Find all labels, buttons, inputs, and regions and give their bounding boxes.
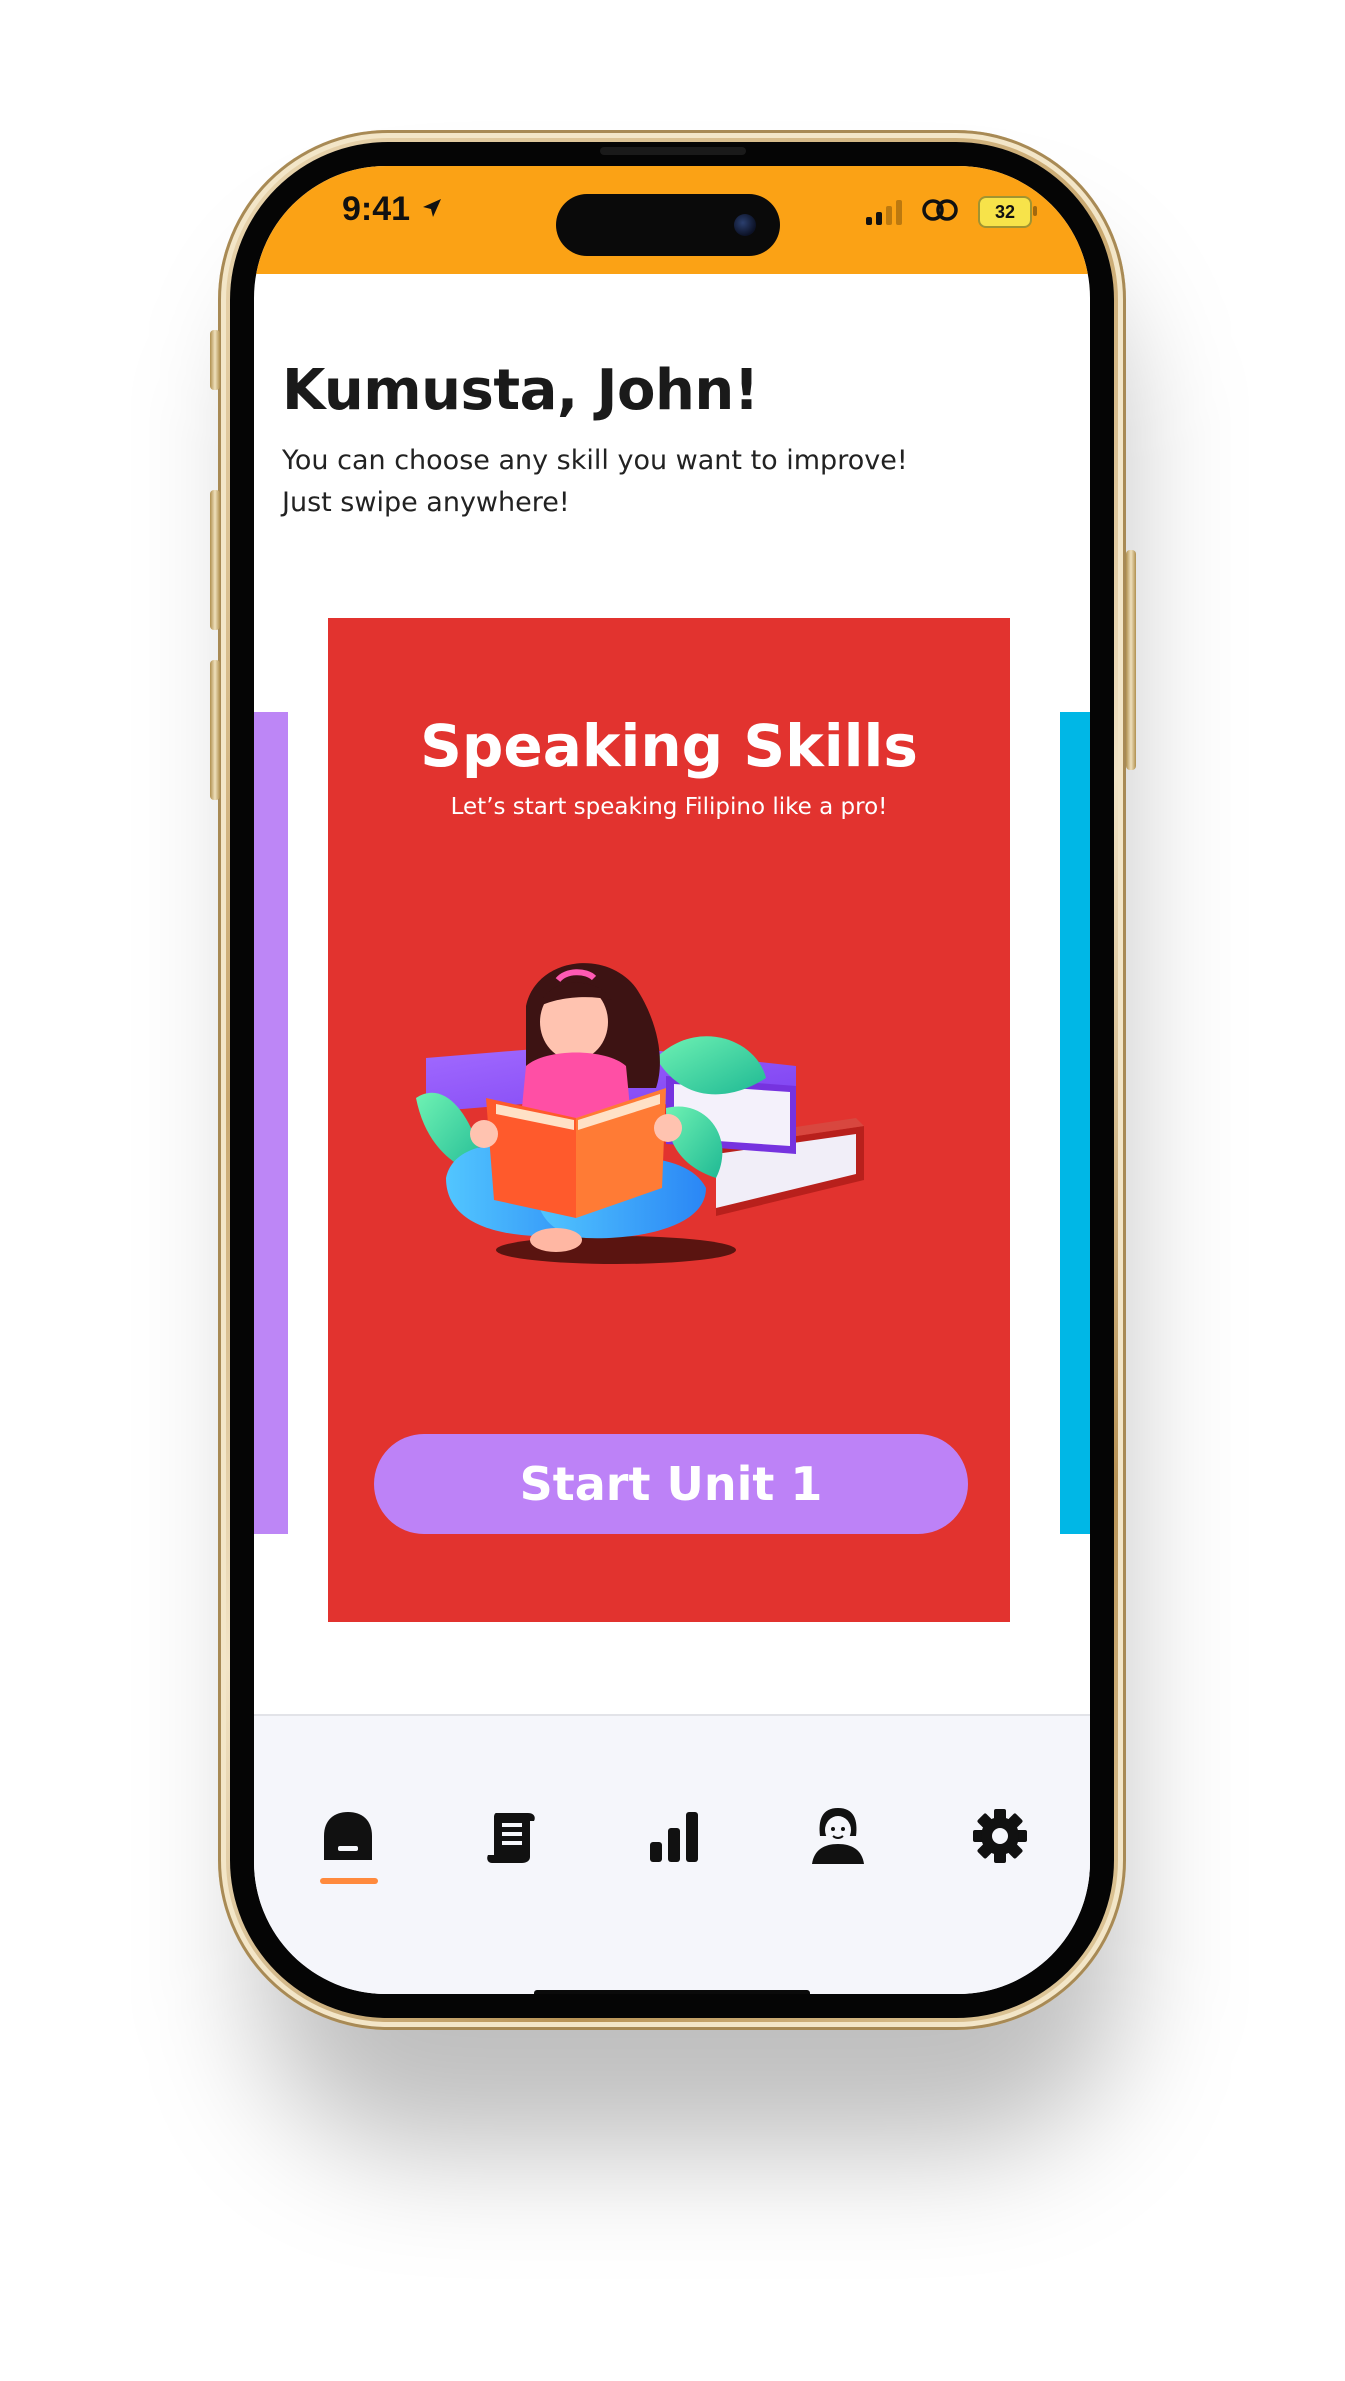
nav-active-indicator (320, 1878, 378, 1884)
subtitle-line-1: You can choose any skill you want to imp… (282, 445, 908, 476)
scroll-icon (484, 1807, 540, 1869)
previous-skill-card[interactable] (254, 712, 288, 1534)
girl-reading-books-illustration (416, 948, 936, 1268)
status-time: 9:41 (342, 190, 411, 228)
skill-card-title: Speaking Skills (420, 712, 918, 780)
greeting-title: Kumusta, John! (282, 358, 759, 423)
subtitle-line-2: Just swipe anywhere! (282, 487, 570, 518)
nav-item-home[interactable] (310, 1800, 386, 1876)
location-arrow-icon (420, 190, 444, 229)
status-bar: 9:41 32 (254, 166, 1090, 274)
user-avatar-icon (810, 1806, 866, 1870)
home-icon (318, 1808, 378, 1868)
skill-card-speaking[interactable]: Speaking Skills Let’s start speaking Fil… (328, 618, 1010, 1622)
status-icons: 32 (866, 196, 1037, 228)
home-indicator (534, 1990, 810, 1994)
next-skill-card[interactable] (1060, 712, 1090, 1534)
dynamic-island (556, 194, 780, 256)
skill-card-subtitle: Let’s start speaking Filipino like a pro… (450, 794, 888, 820)
front-camera (734, 214, 756, 236)
app-screen: 9:41 32 Kumusta, John! You can choose an… (254, 166, 1090, 1994)
action-button (210, 330, 220, 390)
nav-item-progress[interactable] (636, 1800, 712, 1876)
gear-icon (972, 1808, 1028, 1868)
bar-chart-icon (646, 1808, 702, 1868)
greeting-subtitle: You can choose any skill you want to imp… (282, 440, 1042, 524)
nav-item-settings[interactable] (962, 1800, 1038, 1876)
nav-item-lessons[interactable] (474, 1800, 550, 1876)
power-button (1126, 550, 1136, 770)
volume-up-button (210, 490, 220, 630)
nav-item-profile[interactable] (800, 1800, 876, 1876)
personal-hotspot-icon (920, 196, 960, 228)
cellular-signal-icon (866, 199, 902, 225)
status-time-group: 9:41 (342, 190, 444, 229)
start-unit-button[interactable]: Start Unit 1 (374, 1434, 968, 1534)
bottom-nav (254, 1714, 1090, 1994)
speaker-grille (600, 147, 746, 155)
mockup-stage: 9:41 32 Kumusta, John! You can choose an… (0, 0, 1345, 2381)
battery-indicator: 32 (978, 196, 1037, 228)
volume-down-button (210, 660, 220, 800)
